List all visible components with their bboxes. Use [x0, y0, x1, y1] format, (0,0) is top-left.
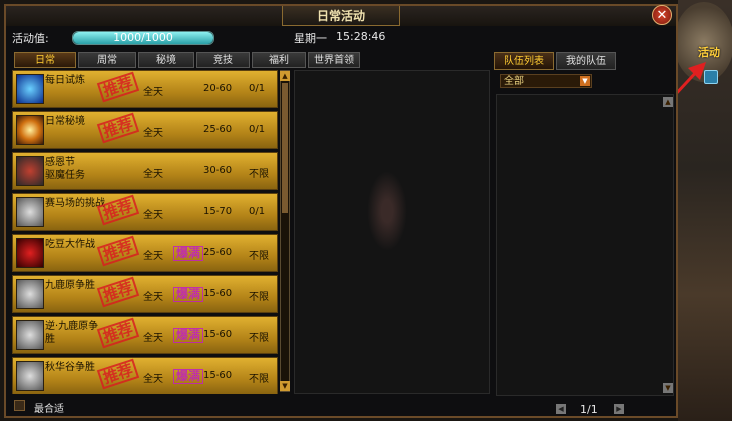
- tab-weekly[interactable]: 周常: [78, 52, 136, 68]
- best-fit-label: 最合适: [34, 404, 64, 415]
- page-indicator: 1/1: [580, 403, 598, 416]
- scroll-down-icon[interactable]: ▼: [280, 381, 290, 391]
- activity-level: 25-60: [203, 124, 233, 135]
- horse-icon: [16, 279, 44, 309]
- activity-value-text: 1000/1000: [113, 31, 173, 44]
- activity-item[interactable]: 吃豆大作战 推荐 爆满 全天 25-60 不限: [12, 234, 278, 272]
- activity-detail-panel: [294, 70, 490, 394]
- daily-activity-window: 日常活动 ✕ 活动值: 1000/1000 星期一 15:28:46 日常 周常…: [4, 4, 678, 418]
- tab-world-boss[interactable]: 世界首领: [308, 52, 360, 68]
- activity-count: 不限: [249, 374, 269, 385]
- activity-item[interactable]: 感恩节 驱魔任务 全天 30-60 不限: [12, 152, 278, 190]
- hot-stamp: 爆满: [173, 287, 204, 302]
- activity-count: 不限: [249, 292, 269, 303]
- activity-count: 0/1: [249, 124, 266, 135]
- tab-welfare[interactable]: 福利: [252, 52, 306, 68]
- activity-level: 30-60: [203, 165, 233, 176]
- activity-item[interactable]: 逆·九鹿原争 胜 推荐 爆满 全天 15-60 不限: [12, 316, 278, 354]
- activity-count: 0/1: [249, 206, 266, 217]
- pacman-icon: [16, 238, 44, 268]
- activity-count: 不限: [249, 169, 269, 180]
- activity-count: 0/1: [249, 83, 266, 94]
- horse-icon: [16, 361, 44, 391]
- team-scroll-down-icon[interactable]: ▼: [663, 383, 673, 393]
- flame-icon: [16, 115, 44, 145]
- activity-time: 全天: [143, 169, 163, 180]
- team-scroll-up-icon[interactable]: ▲: [663, 97, 673, 107]
- activity-level: 15-60: [203, 329, 233, 340]
- activity-shortcut-label[interactable]: 活动: [698, 44, 720, 60]
- tab-my-team[interactable]: 我的队伍: [556, 52, 616, 70]
- scroll-thumb[interactable]: [282, 83, 288, 213]
- activity-item[interactable]: 日常秘境 推荐 全天 25-60 0/1: [12, 111, 278, 149]
- rider-icon: [16, 156, 44, 186]
- next-page-icon[interactable]: ▶: [614, 404, 624, 414]
- activity-value-label: 活动值:: [12, 32, 49, 45]
- activity-time: 全天: [143, 128, 163, 139]
- team-pager: ◀ 1/1 ▶: [494, 403, 676, 418]
- activity-time: 全天: [143, 87, 163, 98]
- team-list-panel: ▲ ▼: [496, 94, 674, 396]
- hot-stamp: 爆满: [173, 369, 204, 384]
- clock-time: 15:28:46: [336, 30, 386, 43]
- activity-count: 不限: [249, 251, 269, 262]
- tab-daily[interactable]: 日常: [14, 52, 76, 68]
- activity-time: 全天: [143, 374, 163, 385]
- activity-list-scrollbar[interactable]: ▲ ▼: [280, 70, 290, 392]
- activity-level: 15-70: [203, 206, 233, 217]
- team-filter-select[interactable]: 全部 ▼: [500, 74, 592, 88]
- activity-level: 25-60: [203, 247, 233, 258]
- prev-page-icon[interactable]: ◀: [556, 404, 566, 414]
- best-fit-checkbox[interactable]: [14, 400, 25, 411]
- activity-time: 全天: [143, 333, 163, 344]
- activity-level: 15-60: [203, 288, 233, 299]
- activity-level: 20-60: [203, 83, 233, 94]
- scroll-up-icon[interactable]: ▲: [280, 71, 290, 81]
- window-title: 日常活动: [316, 9, 365, 23]
- horse-icon: [16, 197, 44, 227]
- hot-stamp: 爆满: [173, 328, 204, 343]
- activity-time: 全天: [143, 292, 163, 303]
- activity-time: 全天: [143, 210, 163, 221]
- close-icon[interactable]: ✕: [652, 5, 672, 25]
- activity-time: 全天: [143, 251, 163, 262]
- activity-item[interactable]: 赛马场的挑战 推荐 全天 15-70 0/1: [12, 193, 278, 231]
- tab-arena[interactable]: 竞技: [196, 52, 250, 68]
- activity-count: 不限: [249, 333, 269, 344]
- title-bar[interactable]: 日常活动 ✕: [6, 5, 676, 26]
- activity-list: 每日试炼 推荐 全天 20-60 0/1 日常秘境 推荐 全天 25-60 0/…: [12, 70, 278, 394]
- activity-item[interactable]: 九鹿原争胜 推荐 爆满 全天 15-60 不限: [12, 275, 278, 313]
- weekday-label: 星期一: [294, 32, 327, 45]
- tab-secret-realm[interactable]: 秘境: [138, 52, 194, 68]
- tab-team-list[interactable]: 队伍列表: [494, 52, 554, 70]
- chevron-down-icon[interactable]: ▼: [580, 76, 590, 86]
- team-filter-value: 全部: [504, 76, 524, 87]
- activity-progress-bar: 1000/1000: [72, 31, 214, 45]
- hot-stamp: 爆满: [173, 246, 204, 261]
- activity-level: 15-60: [203, 370, 233, 381]
- activity-name: 感恩节 驱魔任务: [45, 157, 85, 181]
- character-silhouette: [367, 171, 407, 251]
- horse-icon: [16, 320, 44, 350]
- activity-item[interactable]: 秋华谷争胜 推荐 爆满 全天 15-60 不限: [12, 357, 278, 394]
- team-panel: 队伍列表 我的队伍 全部 ▼ ▲ ▼ ◀ 1/1 ▶: [494, 52, 676, 416]
- activity-item[interactable]: 每日试炼 推荐 全天 20-60 0/1: [12, 70, 278, 108]
- blue-rune-icon: [16, 74, 44, 104]
